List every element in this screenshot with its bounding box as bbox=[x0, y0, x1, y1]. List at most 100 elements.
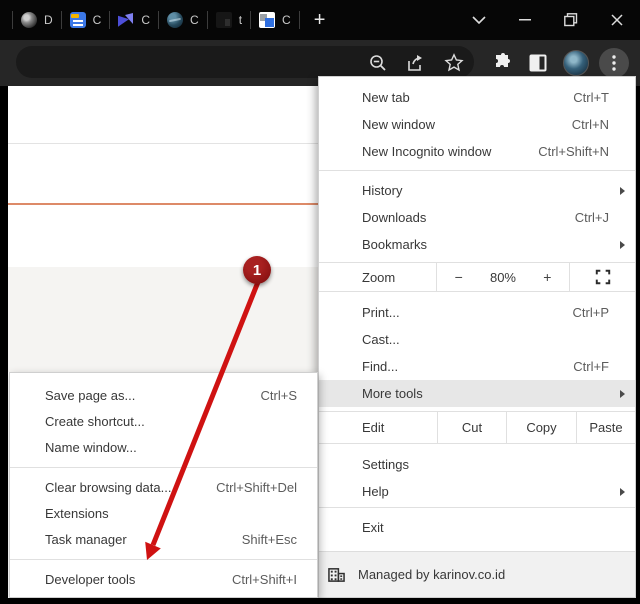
menu-item-new-window[interactable]: New window Ctrl+N bbox=[319, 111, 635, 138]
menu-item-label: Save page as... bbox=[45, 388, 261, 403]
menu-item-find[interactable]: Find... Ctrl+F bbox=[319, 353, 635, 380]
menu-spacer bbox=[319, 444, 635, 451]
menu-item-label: New window bbox=[362, 117, 572, 132]
menu-item-label: Create shortcut... bbox=[45, 414, 297, 429]
menu-item-print[interactable]: Print... Ctrl+P bbox=[319, 299, 635, 326]
share-button[interactable] bbox=[406, 53, 426, 73]
zoom-label: Zoom bbox=[319, 263, 436, 291]
coin-favicon-icon bbox=[21, 12, 37, 28]
menu-item-downloads[interactable]: Downloads Ctrl+J bbox=[319, 204, 635, 231]
google-news-favicon-icon bbox=[70, 12, 86, 28]
profile-avatar[interactable] bbox=[563, 50, 589, 76]
menu-item-label: Print... bbox=[362, 305, 573, 320]
restore-icon bbox=[564, 13, 578, 27]
side-panel-icon bbox=[529, 54, 548, 73]
tab-title: C bbox=[190, 13, 199, 27]
tab-title: C bbox=[141, 13, 150, 27]
managed-text: Managed by karinov.co.id bbox=[358, 567, 505, 582]
submenu-item-task-manager[interactable]: Task manager Shift+Esc bbox=[10, 526, 317, 552]
more-tools-submenu: Save page as... Ctrl+S Create shortcut..… bbox=[9, 372, 318, 598]
step-1-badge: 1 bbox=[243, 256, 271, 284]
minimize-icon bbox=[519, 19, 531, 21]
menu-item-label: New Incognito window bbox=[362, 144, 538, 159]
tab-3[interactable]: C bbox=[110, 0, 158, 40]
menu-item-history[interactable]: History bbox=[319, 177, 635, 204]
menu-item-label: Developer tools bbox=[45, 572, 232, 587]
menu-item-label: Name window... bbox=[45, 440, 297, 455]
menu-item-more-tools[interactable]: More tools bbox=[319, 380, 635, 407]
submenu-item-create-shortcut[interactable]: Create shortcut... bbox=[10, 408, 317, 434]
fullscreen-icon bbox=[595, 269, 611, 285]
tab-title: t bbox=[239, 13, 242, 27]
menu-item-label: Extensions bbox=[45, 506, 297, 521]
menu-separator bbox=[10, 467, 317, 468]
menu-item-exit[interactable]: Exit bbox=[319, 514, 635, 541]
zoom-level-value: 80% bbox=[490, 270, 516, 285]
zoom-increase-button[interactable]: + bbox=[535, 269, 559, 285]
menu-item-bookmarks[interactable]: Bookmarks bbox=[319, 231, 635, 258]
minimize-button[interactable] bbox=[502, 0, 548, 40]
content-section bbox=[8, 267, 318, 372]
menu-item-label: Bookmarks bbox=[362, 237, 609, 252]
extensions-button[interactable] bbox=[493, 53, 513, 73]
cut-button[interactable]: Cut bbox=[437, 412, 506, 443]
copy-button[interactable]: Copy bbox=[506, 412, 576, 443]
menu-item-shortcut: Ctrl+J bbox=[575, 210, 609, 225]
menu-separator bbox=[10, 559, 317, 560]
menu-item-help[interactable]: Help bbox=[319, 478, 635, 505]
content-divider bbox=[8, 143, 318, 144]
menu-item-settings[interactable]: Settings bbox=[319, 451, 635, 478]
menu-item-label: Clear browsing data... bbox=[45, 480, 216, 495]
tab-title: C bbox=[93, 13, 102, 27]
menu-item-shortcut: Shift+Esc bbox=[242, 532, 297, 547]
zoom-out-icon bbox=[368, 53, 388, 73]
side-panel-button[interactable] bbox=[529, 54, 548, 73]
submenu-item-name-window[interactable]: Name window... bbox=[10, 434, 317, 460]
menu-item-label: Help bbox=[362, 484, 609, 499]
menu-item-label: New tab bbox=[362, 90, 573, 105]
paste-button[interactable]: Paste bbox=[576, 412, 635, 443]
menu-item-shortcut: Ctrl+P bbox=[573, 305, 609, 320]
tab-list: D C C C t C + bbox=[0, 0, 325, 40]
tab-title: C bbox=[282, 13, 291, 27]
window-caption-buttons bbox=[456, 0, 640, 40]
tab-strip: D C C C t C + bbox=[0, 0, 640, 40]
close-button[interactable] bbox=[594, 0, 640, 40]
tab-5[interactable]: t bbox=[208, 0, 250, 40]
content-accent-divider bbox=[8, 203, 318, 205]
bookmark-button[interactable] bbox=[444, 53, 464, 73]
menu-item-shortcut: Ctrl+S bbox=[261, 388, 297, 403]
managed-notice: Managed by karinov.co.id bbox=[319, 551, 635, 597]
menu-item-new-tab[interactable]: New tab Ctrl+T bbox=[319, 84, 635, 111]
menu-separator bbox=[319, 507, 635, 508]
tab-search-button[interactable] bbox=[456, 0, 502, 40]
menu-item-shortcut: Ctrl+F bbox=[573, 359, 609, 374]
submenu-item-extensions[interactable]: Extensions bbox=[10, 500, 317, 526]
menu-item-label: History bbox=[362, 183, 609, 198]
tab-6[interactable]: C bbox=[251, 0, 299, 40]
menu-item-cast[interactable]: Cast... bbox=[319, 326, 635, 353]
menu-item-label: Settings bbox=[362, 457, 609, 472]
menu-item-new-incognito-window[interactable]: New Incognito window Ctrl+Shift+N bbox=[319, 138, 635, 165]
zoom-decrease-button[interactable]: − bbox=[447, 269, 471, 285]
restore-button[interactable] bbox=[548, 0, 594, 40]
tab-4[interactable]: C bbox=[159, 0, 207, 40]
tab-2[interactable]: C bbox=[62, 0, 110, 40]
submenu-item-clear-browsing-data[interactable]: Clear browsing data... Ctrl+Shift+Del bbox=[10, 474, 317, 500]
three-dot-icon bbox=[599, 48, 629, 78]
new-tab-button[interactable]: + bbox=[314, 10, 326, 30]
browser-menu-button[interactable] bbox=[599, 48, 629, 78]
submenu-item-save-page-as[interactable]: Save page as... Ctrl+S bbox=[10, 382, 317, 408]
puzzle-icon bbox=[493, 53, 513, 73]
submenu-arrow-icon bbox=[620, 241, 625, 249]
avatar bbox=[563, 50, 589, 76]
tab-1[interactable]: D bbox=[13, 0, 61, 40]
zoom-out-button[interactable] bbox=[368, 53, 388, 73]
menu-item-shortcut: Ctrl+Shift+N bbox=[538, 144, 609, 159]
menu-item-label: Downloads bbox=[362, 210, 575, 225]
menu-item-shortcut: Ctrl+T bbox=[573, 90, 609, 105]
fullscreen-button[interactable] bbox=[570, 263, 635, 291]
menu-item-label: More tools bbox=[362, 386, 609, 401]
submenu-item-developer-tools[interactable]: Developer tools Ctrl+Shift+I bbox=[10, 566, 317, 592]
tab-title: D bbox=[44, 13, 53, 27]
